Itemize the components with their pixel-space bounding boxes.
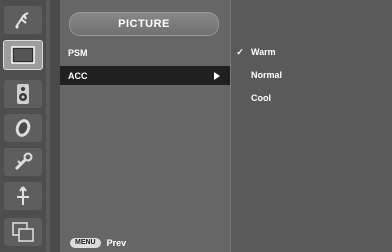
option-normal[interactable]: Normal xyxy=(231,67,392,83)
column-separator xyxy=(50,0,60,252)
menu-item-label: PSM xyxy=(68,47,88,58)
menu-title: PICTURE xyxy=(69,12,219,36)
submenu-arrow-icon xyxy=(214,72,220,80)
options-panel: ✓ Warm Normal Cool xyxy=(230,0,392,252)
prev-label: Prev xyxy=(106,238,127,248)
option-label: Cool xyxy=(251,93,271,103)
pip-icon[interactable] xyxy=(4,182,42,210)
picture-icon[interactable] xyxy=(3,40,43,70)
speaker-icon[interactable] xyxy=(4,80,42,108)
settings-tools-icon[interactable] xyxy=(4,148,42,176)
check-icon: ✓ xyxy=(236,46,244,57)
option-label: Warm xyxy=(251,47,276,57)
input-source-icon[interactable] xyxy=(4,218,42,246)
antenna-icon[interactable] xyxy=(4,6,42,34)
clock-icon[interactable] xyxy=(4,114,42,142)
osd-menu: PICTURE PSM ACC MENU Prev ✓ Warm Normal … xyxy=(0,0,392,252)
option-warm[interactable]: ✓ Warm xyxy=(231,44,392,60)
menu-item-acc[interactable]: ACC xyxy=(60,66,230,85)
option-label: Normal xyxy=(251,70,283,80)
menu-panel: PICTURE PSM ACC MENU Prev xyxy=(60,0,230,252)
sidebar-icon-column xyxy=(0,0,46,252)
option-cool[interactable]: Cool xyxy=(231,90,392,106)
menu-button[interactable]: MENU xyxy=(70,238,101,248)
footer: MENU Prev xyxy=(60,234,230,252)
menu-item-label: ACC xyxy=(68,70,88,81)
menu-item-psm[interactable]: PSM xyxy=(60,43,230,62)
